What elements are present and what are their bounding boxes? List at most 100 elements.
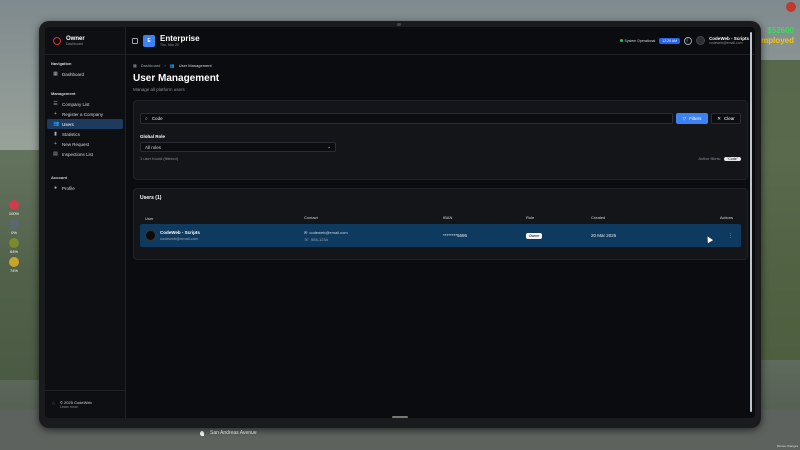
table-row[interactable]: CodeWeb - Scripts codeweb@email.com ✉ co… xyxy=(140,224,741,247)
theme-toggle-icon[interactable]: ☾ xyxy=(684,36,693,45)
avatar[interactable] xyxy=(696,36,706,45)
topbar-right: System Operational 12:25 AM ☾ CodeWeb - … xyxy=(619,36,749,45)
row-user: CodeWeb - Scripts codeweb@email.com xyxy=(140,230,304,241)
chevron-right-icon: › xyxy=(164,62,166,68)
info-icon: ◌ xyxy=(52,401,55,407)
hunger-icon xyxy=(9,238,19,248)
hud-status: 100% 0% 64% 74% xyxy=(6,200,22,276)
topbar: E Enterprise Thu, Mar 20 System Operatio… xyxy=(126,27,755,55)
filters-button[interactable]: ▽ Filters xyxy=(676,113,708,124)
armor-icon xyxy=(9,219,19,229)
grid-icon: ▦ xyxy=(53,70,58,77)
sidebar-item-label: Users xyxy=(62,121,74,127)
users-title: Users (1) xyxy=(140,195,162,201)
close-icon: ✕ xyxy=(717,115,721,121)
brand-logo-icon xyxy=(53,36,61,45)
main-area: E Enterprise Thu, Mar 20 System Operatio… xyxy=(126,27,755,418)
sidebar-item-label: Statistics xyxy=(62,131,81,137)
users-icon: 👥 xyxy=(53,120,60,127)
row-iban: ********5695 xyxy=(443,233,468,238)
active-filter-chip[interactable]: "Code" xyxy=(724,156,741,161)
sidebar: Owner Dashboard Navigation ▦ Dashboard M… xyxy=(45,27,126,418)
system-status: System Operational xyxy=(619,38,656,43)
phone-icon: ☏ xyxy=(304,236,310,242)
system-status-text: System Operational xyxy=(624,38,656,43)
thirst-icon xyxy=(9,257,19,267)
brand: Owner Dashboard xyxy=(45,27,125,55)
sidebar-footer: ◌ © 2025 CodeWeb Learn more xyxy=(45,390,125,418)
mail-icon: ✉ xyxy=(304,229,308,235)
clear-button[interactable]: ✕ Clear xyxy=(711,113,741,124)
sidebar-item-profile[interactable]: ● Profile xyxy=(47,183,123,193)
scrollbar[interactable] xyxy=(749,29,753,415)
user-icon: ● xyxy=(53,184,58,191)
breadcrumb-dashboard[interactable]: Dashboard xyxy=(141,63,161,68)
active-filters: Active filters: "Code" xyxy=(698,156,741,161)
col-iban: IBAN xyxy=(443,215,453,220)
col-created: Created xyxy=(591,215,606,220)
street-label: San Andreas Avenue xyxy=(200,430,257,436)
more-actions-icon[interactable]: ⋮ xyxy=(728,233,733,239)
page-subtitle: Manage all platform users xyxy=(133,87,185,92)
sidebar-item-users[interactable]: 👥 Users xyxy=(47,119,123,129)
tablet-frame: Owner Dashboard Navigation ▦ Dashboard M… xyxy=(39,21,761,428)
location-pin-icon xyxy=(200,430,204,436)
search-box[interactable]: ⌕ xyxy=(140,113,673,124)
plus-icon: + xyxy=(54,140,57,147)
contact-phone-text: 555-1234 xyxy=(311,236,328,242)
role-select[interactable]: All roles ⌄ xyxy=(140,142,336,152)
clipboard-icon: ▤ xyxy=(53,150,58,157)
filters-footer: 1 user found (filtered) Active filters: … xyxy=(140,156,741,161)
brand-subtitle: Dashboard xyxy=(66,41,84,46)
row-created: 20 Mar 2025 xyxy=(591,233,617,238)
sidebar-item-dashboard[interactable]: ▦ Dashboard xyxy=(47,69,123,79)
contact-email: ✉ codeweb@email.com xyxy=(304,229,443,236)
enterprise-date: Thu, Mar 20 xyxy=(160,43,179,47)
role-select-value: All roles xyxy=(145,144,162,150)
scrollbar-thumb[interactable] xyxy=(750,32,752,412)
clock-badge: 12:25 AM xyxy=(659,37,681,44)
tablet-home-bar xyxy=(392,416,408,418)
row-role: Owner xyxy=(526,232,591,239)
sidebar-item-statistics[interactable]: ▮ Statistics xyxy=(47,129,123,139)
armor-pct: 0% xyxy=(11,230,17,235)
breadcrumb: ▦ Dashboard › 👥 User Management xyxy=(133,61,748,69)
health-pct: 100% xyxy=(8,211,20,216)
row-user-email: codeweb@email.com xyxy=(160,236,199,241)
sidebar-toggle-icon[interactable] xyxy=(132,37,138,44)
sidebar-item-register-company[interactable]: + Register a Company xyxy=(47,109,123,119)
health-icon xyxy=(9,200,19,210)
users-icon: 👥 xyxy=(169,62,175,68)
section-title-navigation: Navigation xyxy=(51,61,72,66)
street-name: San Andreas Avenue xyxy=(210,430,257,436)
result-count: 1 user found (filtered) xyxy=(140,156,179,161)
search-input[interactable] xyxy=(151,116,668,121)
section-title-account: Account xyxy=(51,175,67,180)
tablet-screen: Owner Dashboard Navigation ▦ Dashboard M… xyxy=(45,27,755,418)
filters-card: ⌕ ▽ Filters ✕ Clear Global Role xyxy=(133,100,748,180)
footer-learn-more[interactable]: Learn more xyxy=(60,405,92,409)
search-icon: ⌕ xyxy=(145,115,148,122)
sidebar-item-inspections-list[interactable]: ▤ Inspections List xyxy=(47,149,123,159)
breadcrumb-current: User Management xyxy=(178,62,212,68)
tablet-camera xyxy=(397,23,401,26)
status-dot-icon xyxy=(619,39,623,42)
sidebar-item-label: Register a Company xyxy=(62,111,104,117)
list-icon: ☰ xyxy=(53,100,58,107)
sidebar-item-label: New Request xyxy=(62,141,90,147)
enterprise-title: Enterprise xyxy=(160,34,200,43)
col-user: User xyxy=(145,215,154,221)
active-filters-label: Active filters: xyxy=(698,156,722,161)
hud-top-icon xyxy=(786,2,796,12)
enterprise-logo: E xyxy=(143,34,155,47)
brand-title: Owner xyxy=(66,35,85,42)
sidebar-item-label: Profile xyxy=(62,185,75,191)
thirst-pct: 74% xyxy=(9,268,18,273)
role-badge: Owner xyxy=(526,232,543,239)
search-row: ⌕ ▽ Filters ✕ Clear xyxy=(140,113,741,124)
row-contact: ✉ codeweb@email.com ☏ 555-1234 xyxy=(304,229,443,243)
sidebar-item-label: Dashboard xyxy=(62,71,85,77)
sidebar-item-new-request[interactable]: + New Request xyxy=(47,139,123,149)
sidebar-item-company-list[interactable]: ☰ Company List xyxy=(47,99,123,109)
user-email: codeweb@email.com xyxy=(709,41,743,45)
